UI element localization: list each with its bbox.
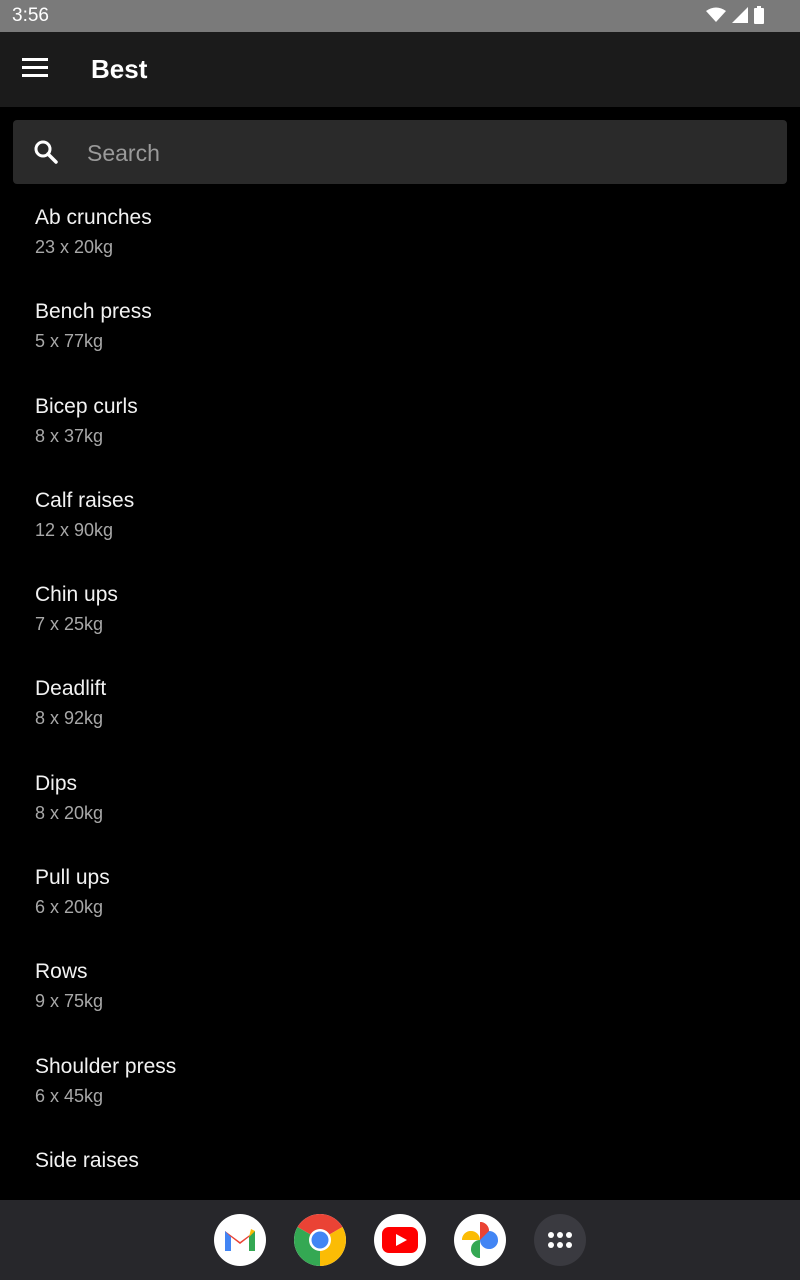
app-drawer-icon[interactable] — [534, 1214, 586, 1266]
exercise-best: 23 x 20kg — [35, 237, 114, 257]
exercise-best: 8 x 92kg — [35, 708, 104, 729]
status-time: 3:56 — [12, 5, 49, 26]
youtube-icon[interactable] — [374, 1214, 426, 1266]
page-title: Best — [91, 54, 148, 84]
exercise-name: Deadlift — [35, 677, 107, 701]
list-item[interactable]: Bicep curls 8 x 37kg — [0, 377, 800, 471]
exercise-name: Side raises — [35, 1148, 139, 1172]
list-item[interactable]: Calf raises 12 x 90kg — [0, 471, 800, 565]
photos-icon[interactable] — [454, 1214, 506, 1266]
menu-icon[interactable] — [22, 58, 48, 78]
exercise-best: 8 x 37kg — [35, 425, 104, 446]
app-bar: Best — [0, 32, 800, 107]
exercise-name: Ab crunches — [35, 206, 152, 229]
list-item[interactable]: Rows 9 x 75kg — [0, 942, 800, 1036]
exercise-best: 6 x 45kg — [35, 1085, 104, 1106]
exercise-name: Rows — [35, 960, 88, 984]
list-item[interactable]: Ab crunches 23 x 20kg — [0, 188, 800, 282]
gmail-icon[interactable] — [214, 1214, 266, 1266]
list-item[interactable]: Chin ups 7 x 25kg — [0, 565, 800, 659]
cell-signal-icon — [732, 7, 748, 23]
exercise-best: 12 x 90kg — [35, 519, 114, 540]
app-dock — [0, 1200, 800, 1280]
search-icon — [34, 140, 58, 164]
exercise-name: Bench press — [35, 300, 152, 324]
wifi-icon — [706, 7, 726, 22]
status-icons — [706, 6, 764, 24]
list-item[interactable]: Shoulder press 6 x 45kg — [0, 1037, 800, 1131]
exercise-name: Dips — [35, 771, 78, 795]
exercise-best: 8 x 20kg — [35, 802, 104, 823]
list-item[interactable]: Bench press 5 x 77kg — [0, 282, 800, 376]
exercise-name: Pull ups — [35, 866, 110, 890]
list-item[interactable]: Pull ups 6 x 20kg — [0, 848, 800, 942]
exercise-best: 6 x 20kg — [35, 897, 104, 918]
list-item[interactable]: Deadlift 8 x 92kg — [0, 659, 800, 753]
battery-icon — [754, 6, 764, 24]
exercise-best: 9 x 75kg — [35, 991, 104, 1012]
exercise-best: 7 x 25kg — [35, 614, 104, 635]
list-item[interactable]: Dips 8 x 20kg — [0, 754, 800, 848]
search-bar[interactable] — [13, 120, 787, 184]
list-item[interactable]: Side raises — [0, 1131, 800, 1200]
status-bar: 3:56 — [0, 0, 800, 32]
exercise-name: Shoulder press — [35, 1054, 177, 1078]
chrome-icon[interactable] — [294, 1214, 346, 1266]
exercise-list: Ab crunches 23 x 20kg Bench press 5 x 77… — [0, 188, 800, 1200]
exercise-name: Bicep curls — [35, 394, 138, 418]
exercise-name: Chin ups — [35, 583, 118, 607]
exercise-name: Calf raises — [35, 488, 135, 512]
exercise-best: 5 x 77kg — [35, 331, 104, 352]
search-input[interactable] — [85, 132, 769, 174]
